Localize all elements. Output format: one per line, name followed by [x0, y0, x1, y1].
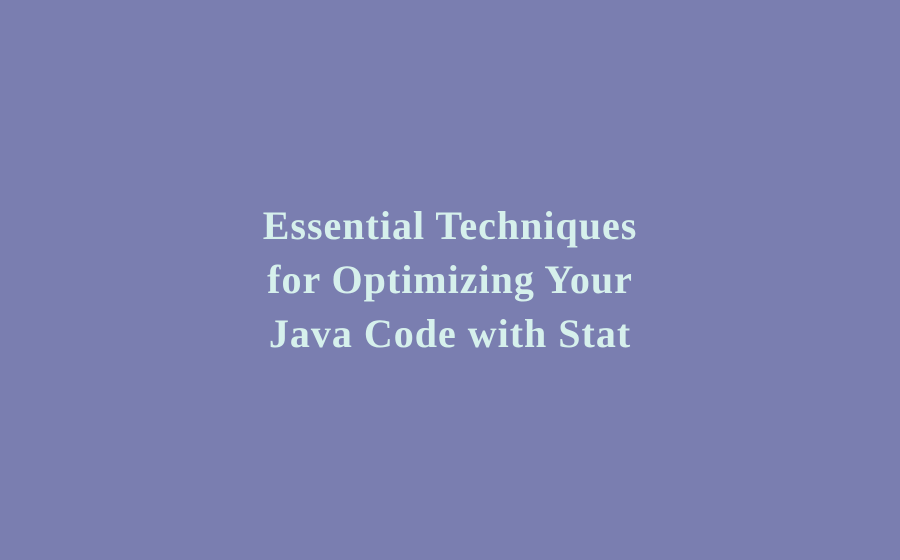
- title-line-2: for Optimizing Your: [263, 253, 638, 307]
- title-line-1: Essential Techniques: [263, 199, 638, 253]
- page-title: Essential Techniques for Optimizing Your…: [263, 199, 638, 361]
- title-line-3: Java Code with Stat: [263, 307, 638, 361]
